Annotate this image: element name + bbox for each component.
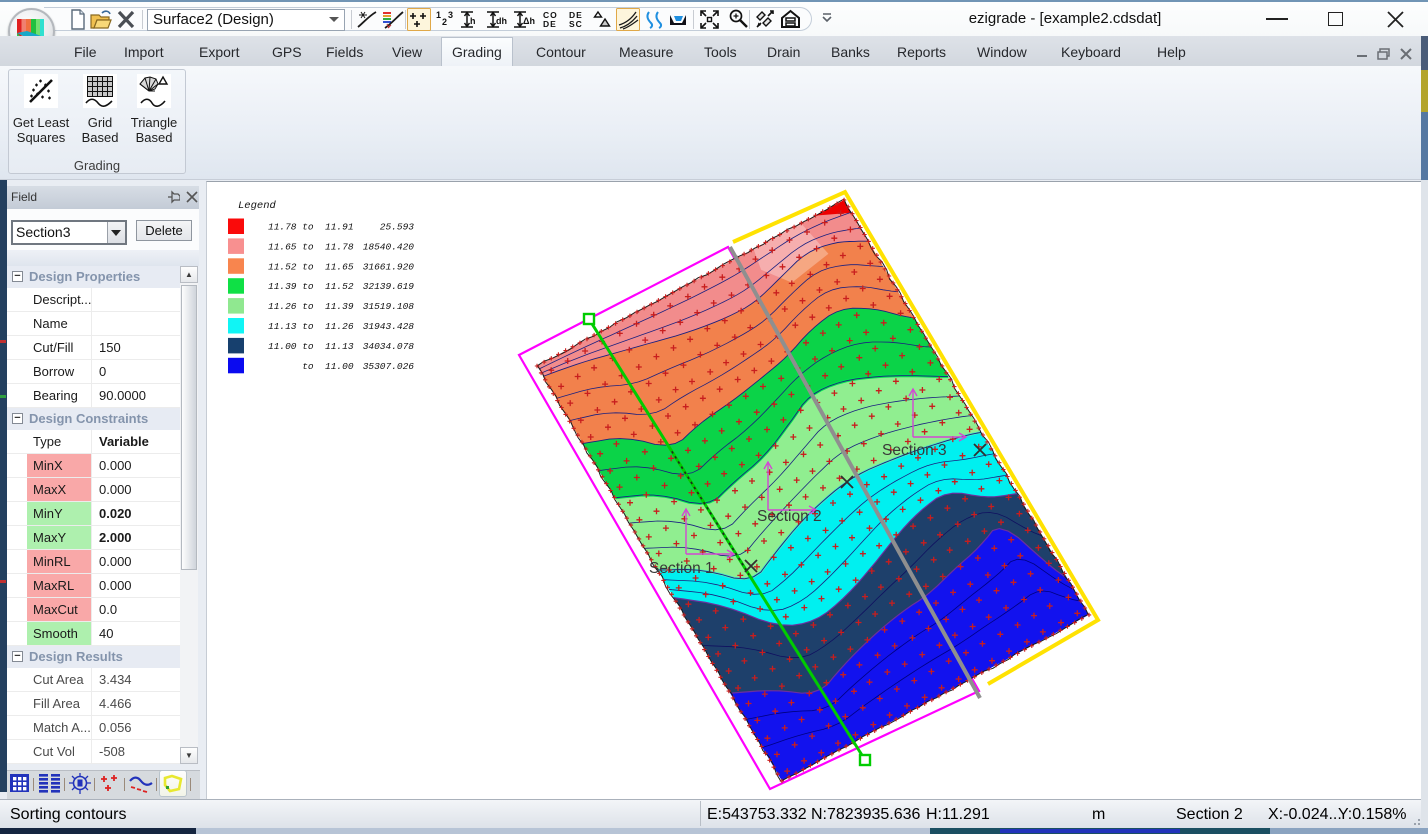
svg-text:2: 2: [442, 17, 447, 27]
svg-text:to 11.00: to 11.00: [268, 361, 354, 372]
svg-text:Legend: Legend: [238, 200, 277, 212]
svg-text:31661.920: 31661.920: [363, 261, 415, 272]
svg-text:Δh: Δh: [523, 16, 535, 26]
svg-text:h: h: [470, 16, 476, 26]
svg-text:35307.026: 35307.026: [363, 361, 415, 372]
svg-text:3: 3: [448, 10, 453, 20]
svg-text:11.26 to 11.39: 11.26 to 11.39: [268, 301, 354, 312]
svg-text:11.39 to 11.52: 11.39 to 11.52: [268, 281, 354, 292]
svg-text:Section 1: Section 1: [649, 560, 714, 577]
svg-text:31519.108: 31519.108: [363, 301, 415, 312]
svg-text:11.65 to 11.78: 11.65 to 11.78: [268, 241, 354, 252]
svg-text:Section 2: Section 2: [757, 508, 822, 525]
svg-text:31943.428: 31943.428: [363, 321, 415, 332]
svg-text:Section 3: Section 3: [882, 442, 947, 459]
svg-text:18540.420: 18540.420: [363, 241, 415, 252]
svg-text:11.13 to 11.26: 11.13 to 11.26: [268, 321, 354, 332]
svg-text:34034.078: 34034.078: [363, 341, 415, 352]
svg-text:11.52 to 11.65: 11.52 to 11.65: [268, 261, 354, 272]
svg-text:dh: dh: [496, 16, 507, 26]
svg-text:32139.619: 32139.619: [363, 281, 415, 292]
svg-text:25.593: 25.593: [380, 222, 415, 233]
svg-text:11.78 to 11.91: 11.78 to 11.91: [268, 222, 354, 233]
svg-text:1: 1: [436, 10, 441, 20]
svg-text:11.00 to 11.13: 11.00 to 11.13: [268, 341, 354, 352]
svg-text:SC: SC: [569, 19, 583, 29]
svg-text:DE: DE: [543, 19, 557, 29]
